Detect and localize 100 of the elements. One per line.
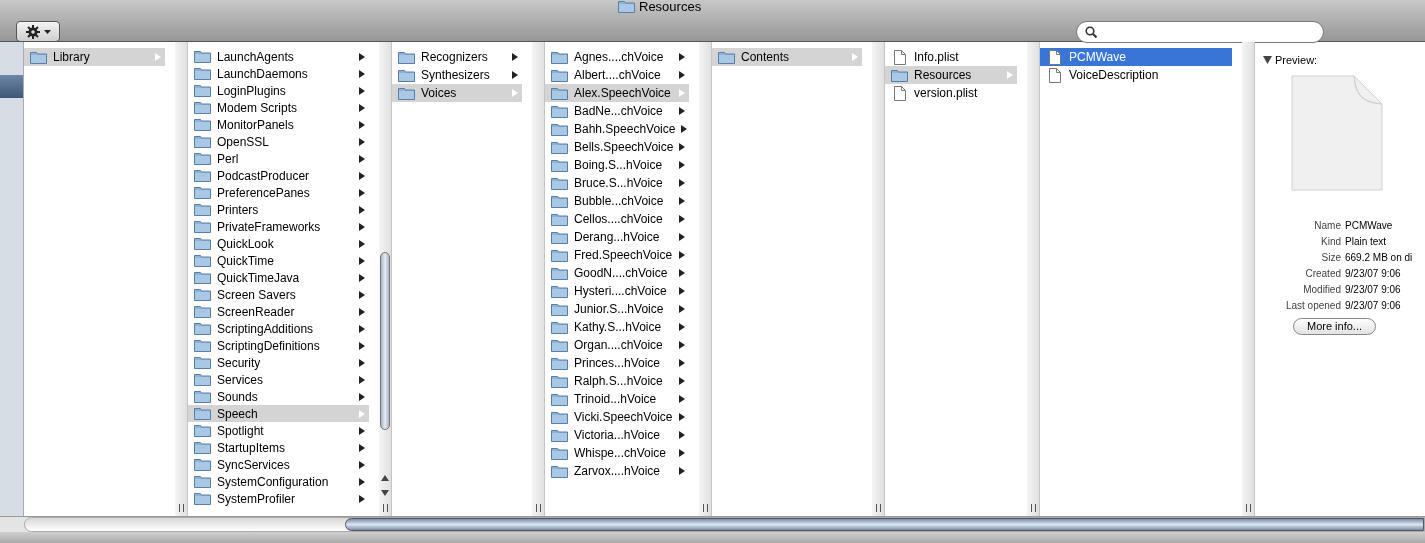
folder-item[interactable]: Agnes....chVoice: [545, 48, 689, 66]
folder-item[interactable]: Security: [188, 354, 369, 371]
folder-item[interactable]: Zarvox....hVoice: [545, 462, 689, 480]
folder-item[interactable]: ScreenReader: [188, 303, 369, 320]
folder-item[interactable]: Alex.SpeechVoice: [545, 84, 689, 102]
folder-item[interactable]: Bubble...chVoice: [545, 192, 689, 210]
folder-item[interactable]: PodcastProducer: [188, 167, 369, 184]
folder-item[interactable]: SyncServices: [188, 456, 369, 473]
folder-icon: [194, 101, 211, 114]
preview-heading: Preview:: [1275, 53, 1318, 68]
folder-item[interactable]: Spotlight: [188, 422, 369, 439]
column-resize-handle-icon[interactable]: [875, 504, 881, 512]
folder-item[interactable]: ScriptingAdditions: [188, 320, 369, 337]
folder-item[interactable]: Speech: [188, 405, 369, 422]
folder-item[interactable]: Whispe...chVoice: [545, 444, 689, 462]
folder-item[interactable]: Screen Savers: [188, 286, 369, 303]
file-item[interactable]: PCMWave: [1040, 48, 1232, 66]
column-resize-handle-icon[interactable]: [702, 504, 708, 512]
disclosure-arrow-icon: [679, 395, 685, 403]
folder-item[interactable]: Cellos....chVoice: [545, 210, 689, 228]
folder-item[interactable]: Modem Scripts: [188, 99, 369, 116]
folder-item[interactable]: LaunchAgents: [188, 48, 369, 65]
folder-item[interactable]: QuickTimeJava: [188, 269, 369, 286]
folder-item[interactable]: Synthesizers: [392, 66, 522, 84]
disclosure-triangle-icon[interactable]: [1263, 56, 1272, 65]
column-resize-handle-icon[interactable]: [178, 504, 184, 512]
file-item[interactable]: version.plist: [885, 84, 1017, 102]
document-icon: [893, 49, 906, 65]
folder-item[interactable]: Junior.S...hVoice: [545, 300, 689, 318]
folder-item[interactable]: QuickLook: [188, 235, 369, 252]
folder-item[interactable]: Printers: [188, 201, 369, 218]
folder-icon: [194, 84, 211, 97]
folder-item[interactable]: Derang...hVoice: [545, 228, 689, 246]
search-field[interactable]: [1076, 21, 1324, 43]
folder-item[interactable]: PreferencePanes: [188, 184, 369, 201]
folder-item[interactable]: LoginPlugins: [188, 82, 369, 99]
folder-icon: [194, 220, 211, 233]
folder-item[interactable]: Services: [188, 371, 369, 388]
info-label: Modified: [1302, 282, 1341, 297]
folder-item[interactable]: Boing.S...hVoice: [545, 156, 689, 174]
folder-item[interactable]: SystemConfiguration: [188, 473, 369, 490]
disclosure-arrow-icon: [679, 449, 685, 457]
folder-item[interactable]: Princes...hVoice: [545, 354, 689, 372]
folder-icon: [194, 67, 211, 80]
folder-item[interactable]: BadNe...chVoice: [545, 102, 689, 120]
folder-item[interactable]: ScriptingDefinitions: [188, 337, 369, 354]
folder-item[interactable]: Perl: [188, 150, 369, 167]
info-value: 9/23/07 9:06: [1345, 282, 1402, 297]
folder-icon: [194, 203, 211, 216]
disclosure-arrow-icon: [679, 287, 685, 295]
folder-item[interactable]: Victoria...hVoice: [545, 426, 689, 444]
folder-item[interactable]: PrivateFrameworks: [188, 218, 369, 235]
folder-item[interactable]: StartupItems: [188, 439, 369, 456]
column-resize-handle-icon[interactable]: [1030, 504, 1036, 512]
scroll-down-arrow-icon[interactable]: [381, 489, 389, 496]
file-item[interactable]: VoiceDescription: [1040, 66, 1232, 84]
folder-icon: [194, 237, 211, 250]
folder-item[interactable]: Ralph.S...hVoice: [545, 372, 689, 390]
folder-item[interactable]: Bells.SpeechVoice: [545, 138, 689, 156]
folder-item[interactable]: OpenSSL: [188, 133, 369, 150]
folder-icon: [551, 194, 568, 208]
folder-item[interactable]: Albert....chVoice: [545, 66, 689, 84]
folder-item[interactable]: SystemProfiler: [188, 490, 369, 507]
folder-item[interactable]: LaunchDaemons: [188, 65, 369, 82]
folder-item[interactable]: Hysteri....chVoice: [545, 282, 689, 300]
column-resize-handle-icon[interactable]: [382, 504, 388, 512]
folder-item[interactable]: Fred.SpeechVoice: [545, 246, 689, 264]
folder-item[interactable]: Trinoid...hVoice: [545, 390, 689, 408]
folder-item[interactable]: Vicki.SpeechVoice: [545, 408, 689, 426]
more-info-button[interactable]: More info...: [1293, 317, 1377, 335]
scroll-up-arrow-icon[interactable]: [381, 474, 389, 481]
scrollbar-thumb[interactable]: [380, 252, 390, 430]
folder-item[interactable]: Contents: [712, 48, 862, 66]
folder-item[interactable]: QuickTime: [188, 252, 369, 269]
info-value: PCMWave: [1345, 218, 1394, 233]
action-menu-button[interactable]: [16, 21, 60, 42]
folder-item[interactable]: Kathy.S...hVoice: [545, 318, 689, 336]
folder-item[interactable]: Voices: [392, 84, 522, 102]
horizontal-scrollbar-thumb[interactable]: [345, 518, 1424, 531]
folder-item[interactable]: GoodN....chVoice: [545, 264, 689, 282]
folder-item[interactable]: Bahh.SpeechVoice: [545, 120, 689, 138]
folder-item[interactable]: Sounds: [188, 388, 369, 405]
column-resize-handle-icon[interactable]: [1245, 504, 1251, 512]
disclosure-arrow-icon: [679, 269, 685, 277]
folder-item[interactable]: Library: [24, 48, 165, 66]
folder-item[interactable]: MonitorPanels: [188, 116, 369, 133]
folder-item[interactable]: Organ....chVoice: [545, 336, 689, 354]
folder-icon: [398, 50, 415, 64]
info-label: Kind: [1320, 234, 1341, 249]
column-resize-handle-icon[interactable]: [535, 504, 541, 512]
folder-item[interactable]: Recognizers: [392, 48, 522, 66]
sidebar-selection: [0, 75, 23, 98]
folder-icon: [551, 446, 568, 460]
folder-item[interactable]: Resources: [885, 66, 1017, 84]
folder-icon: [551, 392, 568, 406]
folder-icon: [194, 492, 211, 505]
folder-item[interactable]: Bruce.S...hVoice: [545, 174, 689, 192]
file-item[interactable]: Info.plist: [885, 48, 1017, 66]
disclosure-arrow-icon: [512, 89, 518, 97]
folder-icon: [194, 186, 211, 199]
